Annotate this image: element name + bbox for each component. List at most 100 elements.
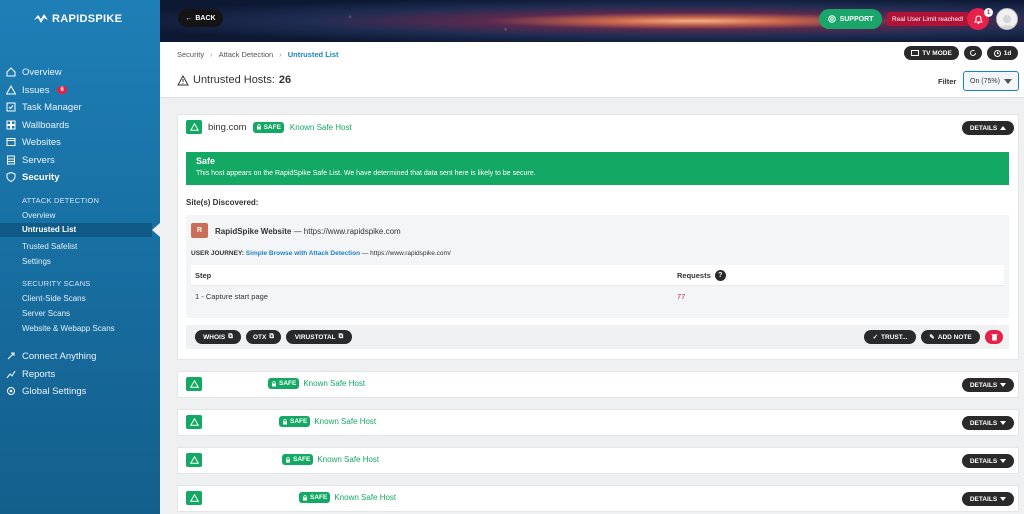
- requests-cell: 77: [677, 292, 1004, 301]
- otx-button[interactable]: OTX ⧉: [246, 330, 281, 344]
- safe-badge-label: SAFE: [290, 418, 308, 425]
- column-step: Step: [195, 270, 212, 280]
- safe-badge: SAFE: [279, 416, 311, 427]
- virustotal-label: VIRUSTOTAL: [294, 333, 336, 341]
- host-status: Known Safe Host: [289, 122, 352, 132]
- site-title[interactable]: RapidSpike Website: [215, 227, 291, 236]
- sidebar-item-issues[interactable]: Issues 6: [6, 82, 67, 98]
- back-button[interactable]: ← BACK: [178, 9, 223, 27]
- sidebar-item-wallboards[interactable]: Wallboards: [6, 117, 69, 133]
- bell-icon: [973, 14, 983, 24]
- safe-badge: SAFE: [299, 492, 331, 503]
- details-toggle-button[interactable]: DETAILS: [962, 121, 1014, 135]
- sidebar-item-label: Security: [22, 171, 60, 183]
- external-link-icon: ⧉: [228, 333, 233, 340]
- safe-badge-label: SAFE: [279, 380, 297, 387]
- subnav-trusted-safelist[interactable]: Trusted Safelist: [22, 242, 77, 251]
- virustotal-button[interactable]: VIRUSTOTAL ⧉: [286, 330, 352, 344]
- filter-select[interactable]: On (75%): [963, 71, 1019, 91]
- subnav-webapp-scans[interactable]: Website & Webapp Scans: [22, 324, 115, 333]
- lock-icon: [283, 418, 287, 424]
- safe-badge: SAFE: [282, 454, 314, 465]
- app-logo[interactable]: RAPIDSPIKE: [34, 11, 122, 27]
- host-row: [186, 377, 202, 391]
- attack-detection-header: ATTACK DETECTION: [22, 196, 100, 205]
- details-label: DETAILS: [969, 419, 998, 427]
- sidebar-item-connect-anything[interactable]: Connect Anything: [6, 348, 96, 364]
- chevron-right-icon: ›: [279, 50, 282, 59]
- details-toggle-button[interactable]: DETAILS: [962, 492, 1014, 506]
- lock-icon: [286, 456, 290, 462]
- details-toggle-button[interactable]: DETAILS: [962, 378, 1014, 392]
- host-status: Known Safe Host: [334, 493, 397, 502]
- warning-icon: [186, 415, 202, 429]
- details-label: DETAILS: [969, 381, 998, 389]
- safe-badge: SAFE: [252, 121, 284, 133]
- subnav-ad-overview[interactable]: Overview: [22, 211, 55, 220]
- delete-button[interactable]: [985, 330, 1003, 344]
- user-journey-link[interactable]: Simple Browse with Attack Detection: [246, 250, 360, 257]
- time-range-button[interactable]: 1d: [987, 46, 1018, 60]
- warning-icon: [186, 377, 202, 391]
- sidebar-item-websites[interactable]: Websites: [6, 134, 61, 150]
- refresh-button[interactable]: [964, 46, 982, 60]
- grid-icon: [6, 120, 16, 130]
- sidebar: RAPIDSPIKE Overview Issues 6 Task Manage…: [0, 0, 160, 514]
- lock-icon: [303, 494, 307, 500]
- active-item-pointer: [152, 223, 160, 237]
- safe-banner: Safe This host appears on the RapidSpike…: [186, 152, 1009, 185]
- add-note-label: ADD NOTE: [937, 333, 972, 341]
- sidebar-item-task-manager[interactable]: Task Manager: [6, 99, 82, 115]
- issues-count-badge: 6: [57, 86, 67, 94]
- details-label: DETAILS: [969, 124, 998, 132]
- warning-icon: [186, 491, 202, 505]
- subnav-client-side-scans[interactable]: Client-Side Scans: [22, 294, 86, 303]
- sidebar-item-servers[interactable]: Servers: [6, 152, 55, 168]
- user-limit-alert[interactable]: Real User Limit reached!: [887, 12, 969, 26]
- sidebar-item-global-settings[interactable]: Global Settings: [6, 383, 86, 399]
- tv-mode-button[interactable]: TV MODE: [904, 46, 959, 60]
- trust-button[interactable]: ✓ TRUST...: [864, 330, 916, 344]
- add-note-button[interactable]: ✎ ADD NOTE: [921, 330, 980, 344]
- sites-discovered-label: Site(s) Discovered:: [186, 198, 259, 207]
- shield-icon: [6, 172, 16, 182]
- external-link-icon: ⧉: [338, 333, 344, 340]
- details-toggle-button[interactable]: DETAILS: [962, 454, 1014, 468]
- chevron-down-icon: [1000, 421, 1007, 425]
- avatar[interactable]: [996, 8, 1018, 30]
- subnav-ad-settings[interactable]: Settings: [22, 257, 51, 266]
- chevron-right-icon: ›: [210, 50, 213, 59]
- host-status-row: SAFE Known Safe Host: [279, 416, 376, 427]
- sidebar-item-label: Websites: [22, 136, 61, 148]
- help-icon[interactable]: ?: [714, 269, 726, 281]
- whois-button[interactable]: WHOIS ⧉: [195, 330, 241, 344]
- host-row: [186, 453, 202, 467]
- host-row: [186, 415, 202, 429]
- steps-table: Step Requests ? 1 - Capture start page 7…: [191, 265, 1004, 306]
- sidebar-item-security[interactable]: Security: [6, 169, 60, 185]
- host-status: Known Safe Host: [314, 417, 377, 426]
- logo-icon: [34, 14, 48, 23]
- checklist-icon: [6, 102, 16, 112]
- tv-mode-label: TV MODE: [922, 49, 952, 57]
- support-label: SUPPORT: [839, 15, 874, 23]
- requests-count[interactable]: 77: [677, 292, 685, 301]
- lifebuoy-icon: [827, 15, 836, 23]
- safe-banner-text: This host appears on the RapidSpike Safe…: [196, 170, 536, 177]
- chevron-down-icon: [1004, 79, 1012, 84]
- warning-icon: [177, 74, 189, 85]
- chevron-up-icon: [1000, 126, 1007, 130]
- subnav-untrusted-list[interactable]: Untrusted List: [0, 223, 152, 237]
- subnav-server-scans[interactable]: Server Scans: [22, 309, 70, 318]
- trash-icon: [991, 334, 997, 341]
- sidebar-item-overview[interactable]: Overview: [6, 64, 62, 80]
- details-toggle-button[interactable]: DETAILS: [962, 416, 1014, 430]
- column-requests: Requests ?: [677, 269, 1004, 281]
- breadcrumb-attack-detection[interactable]: Attack Detection: [219, 50, 274, 59]
- sidebar-item-reports[interactable]: Reports: [6, 366, 55, 382]
- pencil-icon: ✎: [929, 334, 935, 341]
- globe-icon: [6, 138, 16, 146]
- breadcrumb-current: Untrusted List: [287, 50, 339, 59]
- breadcrumb-security[interactable]: Security: [177, 50, 204, 59]
- support-button[interactable]: SUPPORT: [819, 9, 882, 29]
